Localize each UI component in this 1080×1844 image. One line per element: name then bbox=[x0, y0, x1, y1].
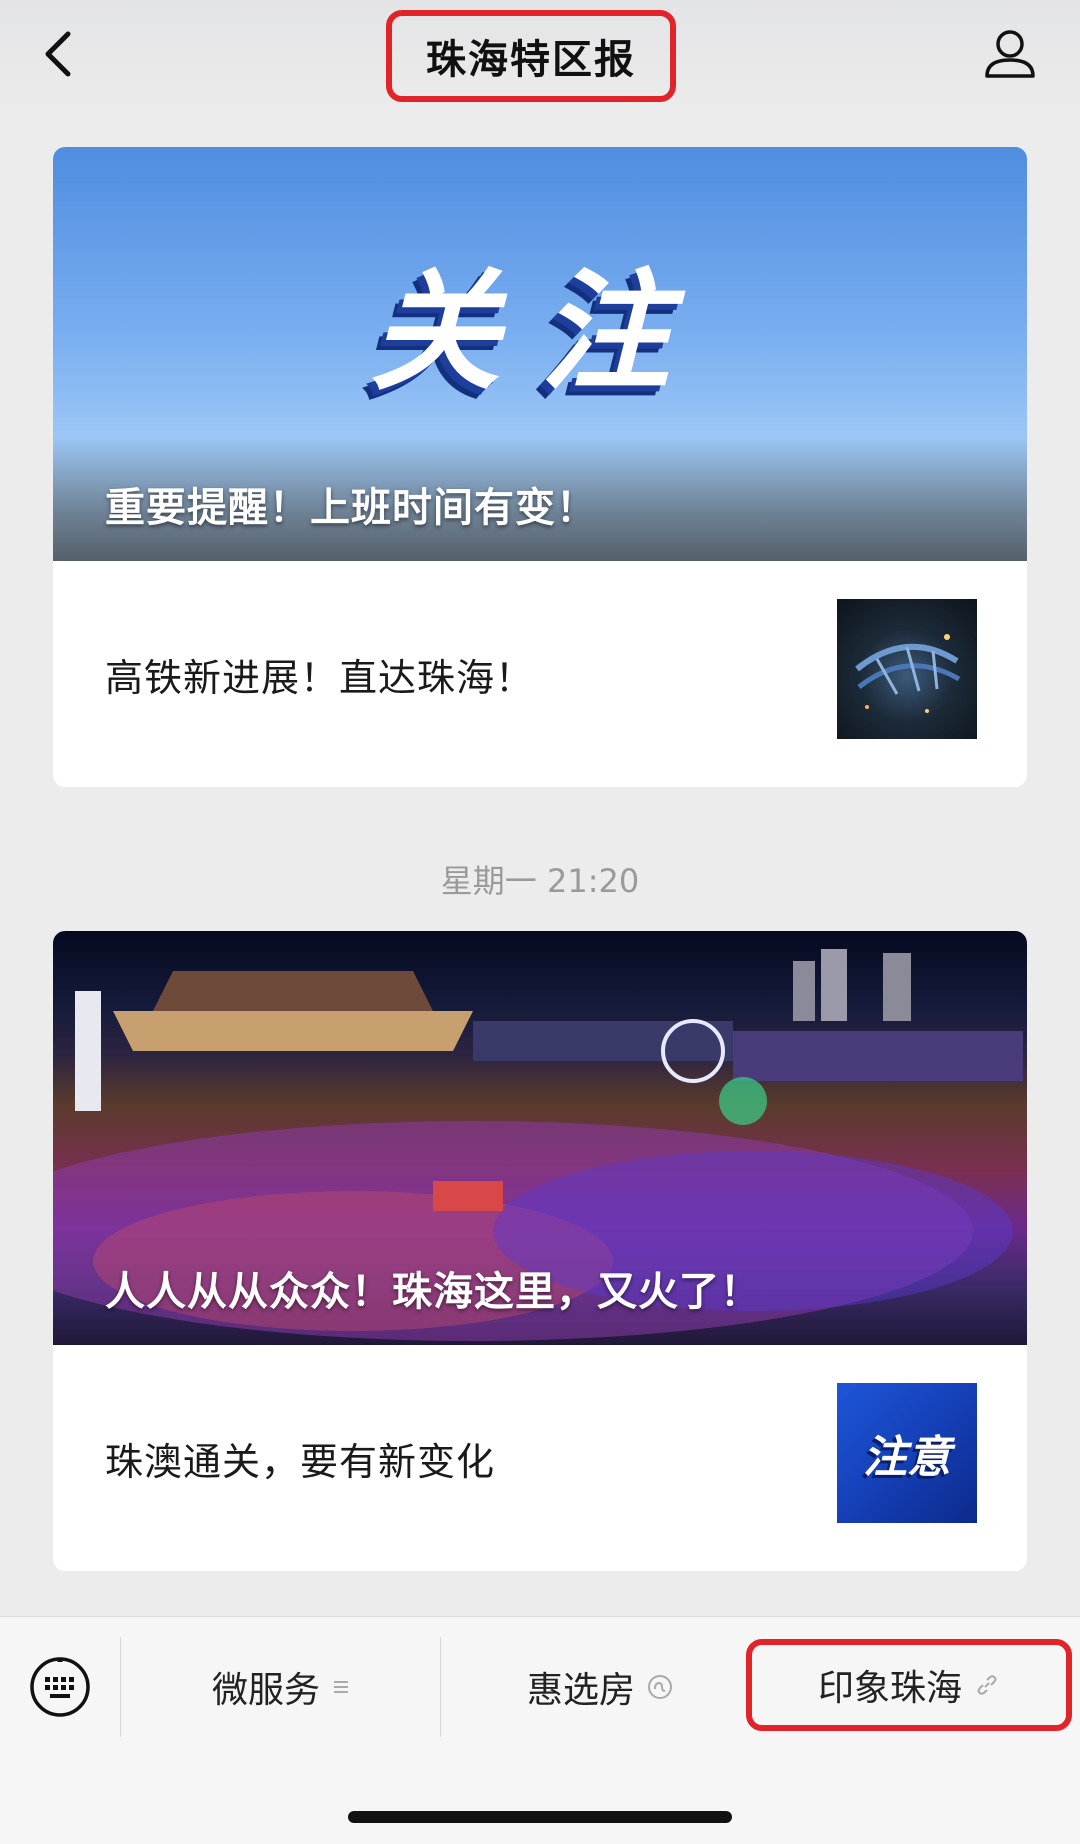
menu-item-impression-zhuhai[interactable]: 印象珠海 bbox=[746, 1639, 1072, 1731]
hero-caption: 重要提醒！上班时间有变！ bbox=[105, 485, 597, 531]
hero-caption: 人人从从众众！珠海这里，又火了！ bbox=[105, 1269, 761, 1315]
hero-article-1[interactable]: 关注 重要提醒！上班时间有变！ bbox=[53, 147, 1027, 561]
article-thumbnail: 注意 bbox=[837, 1383, 977, 1523]
menu-item-label: 惠选房 bbox=[526, 1670, 635, 1711]
article-row[interactable]: 高铁新进展！直达珠海！ bbox=[53, 561, 1027, 787]
back-button[interactable] bbox=[30, 22, 90, 86]
profile-button[interactable] bbox=[980, 24, 1040, 84]
article-title: 高铁新进展！直达珠海！ bbox=[105, 655, 535, 700]
thumbnail-text: 注意 bbox=[863, 1432, 951, 1483]
menu-item-micro-service[interactable]: 微服务 bbox=[122, 1637, 440, 1737]
menu-item-house-selection[interactable]: 惠选房 bbox=[442, 1637, 758, 1737]
menu-item-label: 印象珠海 bbox=[817, 1668, 962, 1709]
article-card-1: 关注 重要提醒！上班时间有变！ 高铁新进展！直达珠海！ bbox=[53, 147, 1027, 787]
divider bbox=[440, 1637, 441, 1737]
user-icon bbox=[985, 30, 1035, 78]
divider bbox=[120, 1637, 121, 1737]
link-icon bbox=[974, 1672, 1000, 1698]
menu-list-icon bbox=[332, 1678, 350, 1696]
top-nav-bar: 珠海特区报 bbox=[0, 0, 1080, 108]
article-card-2: 人人从从众众！珠海这里，又火了！ 珠澳通关，要有新变化 注意 bbox=[53, 931, 1027, 1571]
keyboard-toggle-button[interactable] bbox=[28, 1655, 92, 1719]
hero-article-2[interactable]: 人人从从众众！珠海这里，又火了！ bbox=[53, 931, 1027, 1345]
article-title: 珠澳通关，要有新变化 bbox=[105, 1439, 496, 1484]
mini-program-icon bbox=[647, 1674, 673, 1700]
article-thumbnail bbox=[837, 599, 977, 739]
page-title: 珠海特区报 bbox=[426, 37, 636, 83]
article-row[interactable]: 珠澳通关，要有新变化 注意 bbox=[53, 1345, 1027, 1571]
keyboard-icon bbox=[30, 1657, 90, 1717]
bottom-menu-bar: 微服务 惠选房 印象珠海 bbox=[0, 1616, 1080, 1844]
hero-banner-title: 关注 bbox=[369, 256, 710, 408]
title-highlight: 珠海特区报 bbox=[386, 10, 676, 102]
timestamp: 星期一 21:20 bbox=[440, 862, 640, 900]
chevron-left-icon bbox=[45, 31, 71, 77]
home-indicator[interactable] bbox=[348, 1811, 732, 1823]
menu-item-label: 微服务 bbox=[211, 1670, 320, 1711]
